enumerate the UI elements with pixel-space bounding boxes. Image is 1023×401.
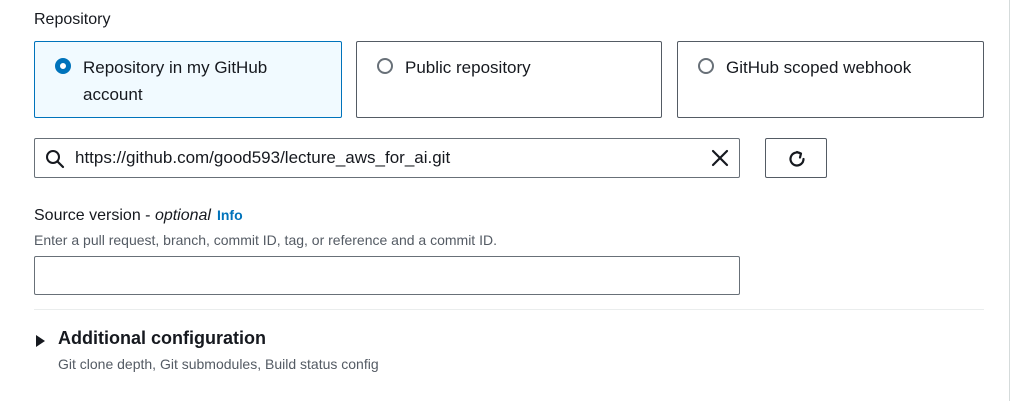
search-icon [46, 150, 65, 169]
radio-unselected[interactable] [698, 58, 714, 74]
close-icon[interactable] [709, 147, 731, 169]
source-version-label: Source version - optional Info [34, 207, 243, 225]
repository-option-label: GitHub scoped webhook [726, 58, 912, 77]
repository-option-public[interactable]: Public repository [356, 41, 662, 118]
repository-option-github-account[interactable]: Repository in my GitHub account [34, 41, 342, 118]
repository-option-label: Public repository [405, 58, 531, 77]
divider [34, 309, 984, 310]
radio-unselected[interactable] [377, 58, 393, 74]
repository-label: Repository [34, 11, 111, 28]
refresh-button[interactable] [765, 138, 827, 178]
source-version-title: Source version - [34, 207, 155, 224]
panel-border [1009, 0, 1010, 401]
info-link[interactable]: Info [217, 207, 243, 223]
optional-tag: optional [154, 207, 211, 224]
radio-selected[interactable] [55, 58, 71, 74]
repository-url-value[interactable]: https://github.com/good593/lecture_aws_f… [75, 148, 450, 168]
repository-option-scoped-webhook[interactable]: GitHub scoped webhook [677, 41, 984, 118]
repository-search-input[interactable]: https://github.com/good593/lecture_aws_f… [34, 138, 740, 178]
additional-configuration-description: Git clone depth, Git submodules, Build s… [58, 356, 379, 372]
refresh-icon [789, 150, 805, 167]
source-version-description: Enter a pull request, branch, commit ID,… [34, 232, 497, 248]
repository-option-label: Repository in my GitHub account [83, 58, 268, 104]
source-panel: Repository Repository in my GitHub accou… [0, 0, 1023, 401]
additional-configuration-title[interactable]: Additional configuration [58, 328, 266, 349]
source-version-input[interactable] [34, 256, 740, 295]
caret-right-icon[interactable] [36, 335, 45, 347]
